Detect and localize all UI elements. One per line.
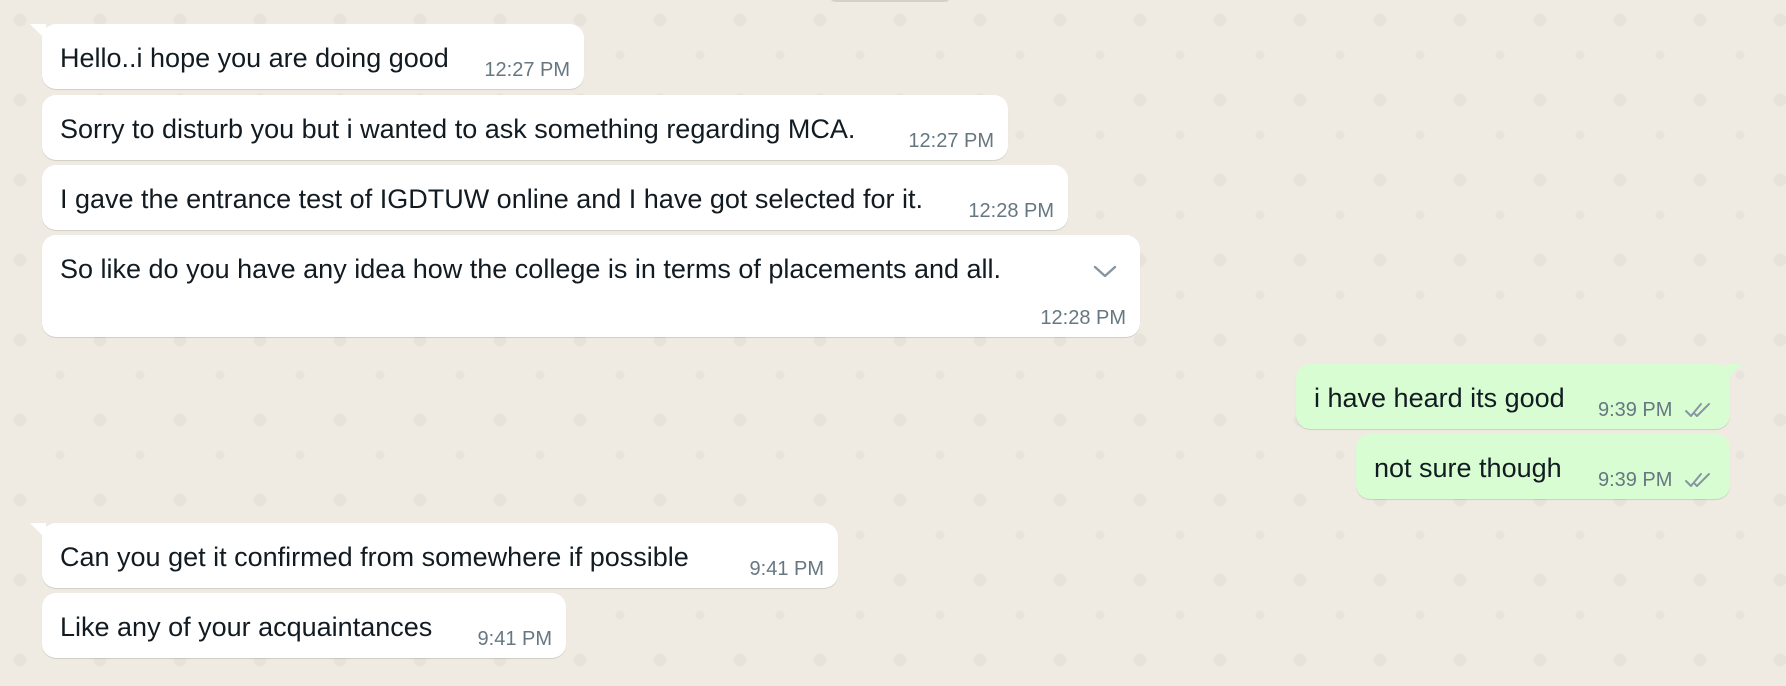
message-text: Like any of your acquaintances: [60, 612, 433, 642]
chevron-down-icon[interactable]: [1092, 255, 1118, 287]
message-text: i have heard its good: [1314, 383, 1565, 413]
double-check-icon: [1685, 403, 1710, 417]
message-time: 12:28 PM: [968, 200, 1054, 222]
incoming-message[interactable]: Sorry to disturb you but i wanted to ask…: [42, 95, 1008, 160]
bubble-tail: [30, 523, 46, 539]
incoming-message[interactable]: Like any of your acquaintances 9:41 PM: [42, 593, 566, 658]
chat-message-area[interactable]: Hello..i hope you are doing good 12:27 P…: [0, 0, 1786, 686]
message-time: 9:39 PM: [1597, 399, 1673, 421]
message-text: I gave the entrance test of IGDTUW onlin…: [60, 184, 923, 214]
date-chip-partial: [830, 0, 950, 2]
double-check-icon: [1685, 473, 1710, 487]
message-time: 12:28 PM: [1040, 307, 1126, 329]
message-time: 12:27 PM: [484, 59, 570, 81]
message-meta: 9:39 PM: [1598, 399, 1714, 421]
message-text: Sorry to disturb you but i wanted to ask…: [60, 114, 856, 144]
incoming-message[interactable]: I gave the entrance test of IGDTUW onlin…: [42, 165, 1068, 230]
incoming-message[interactable]: Can you get it confirmed from somewhere …: [30, 523, 838, 588]
message-time: 9:41 PM: [477, 628, 552, 650]
message-time: 9:39 PM: [1597, 469, 1673, 491]
message-text: So like do you have any idea how the col…: [60, 254, 1002, 284]
bubble-tail: [30, 24, 46, 40]
outgoing-message[interactable]: i have heard its good 9:39 PM: [1296, 364, 1742, 429]
message-text: Hello..i hope you are doing good: [60, 43, 449, 73]
message-time: 9:41 PM: [749, 558, 824, 580]
incoming-message[interactable]: Hello..i hope you are doing good 12:27 P…: [30, 24, 584, 89]
bubble-tail: [1726, 364, 1742, 380]
message-meta: 9:39 PM: [1598, 469, 1714, 491]
message-time: 12:27 PM: [908, 130, 994, 152]
message-text: Can you get it confirmed from somewhere …: [60, 542, 689, 572]
incoming-message[interactable]: So like do you have any idea how the col…: [42, 235, 1140, 337]
outgoing-message[interactable]: not sure though 9:39 PM: [1356, 434, 1730, 499]
message-text: not sure though: [1374, 453, 1562, 483]
